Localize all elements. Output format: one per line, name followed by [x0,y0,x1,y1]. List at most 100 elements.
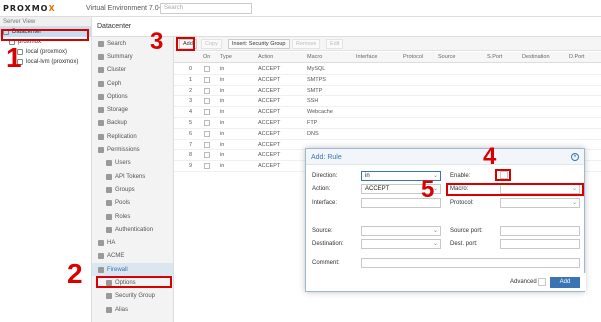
table-cell: ACCEPT [258,152,281,159]
table-cell: in [220,87,225,94]
insert-security-group-button[interactable]: Insert: Security Group [228,39,290,49]
table-cell: ACCEPT [258,87,281,94]
table-row[interactable]: 3 in ACCEPT SSH [174,96,601,108]
nav-label: Search [107,40,127,47]
row-enable-checkbox[interactable] [204,130,210,137]
edit-button[interactable]: Edit [326,39,344,49]
token-icon [106,173,112,180]
chevron-down-icon: ⌄ [432,241,438,247]
nav-item-roles[interactable]: Roles [92,210,173,223]
source-port-field[interactable] [500,226,580,236]
advanced-checkbox[interactable] [538,278,546,286]
nav-item-replication[interactable]: Replication [92,130,173,143]
nav-label: Users [115,160,131,167]
nav-item-pools[interactable]: Pools [92,197,173,210]
dialog-add-button[interactable]: Add [550,277,580,288]
search-input[interactable]: Search [160,3,252,14]
row-enable-checkbox[interactable] [204,76,210,83]
column-header[interactable]: S.Port [487,54,502,60]
nav-item-alias[interactable]: Alias [92,303,173,316]
protocol-select[interactable]: ⌄ [500,198,580,208]
row-enable-checkbox[interactable] [204,98,210,105]
nav-label: Security Group [115,293,156,300]
source-select[interactable]: ⌄ [361,226,441,236]
nav-item-security-group[interactable]: Security Group [92,290,173,303]
remove-button[interactable]: Remove [292,39,321,49]
highlight-enable [495,169,511,181]
table-row[interactable]: 5 in ACCEPT FTP [174,118,601,129]
table-cell: ACCEPT [258,98,281,105]
table-row[interactable]: 0 in ACCEPT MySQL [174,64,601,75]
dest-port-label: Dest. port: [450,241,478,247]
column-header[interactable]: Source [438,54,455,60]
table-cell: in [220,76,225,83]
nav-item-groups[interactable]: Groups [92,183,173,196]
table-row[interactable]: 6 in ACCEPT DNS [174,129,601,140]
column-header[interactable]: On [203,54,210,60]
nav-label: Backup [107,120,128,127]
table-cell: ACCEPT [258,66,281,72]
nav-item-authentication[interactable]: Authentication [92,223,173,236]
copy-button[interactable]: Copy [201,39,222,49]
column-header[interactable]: Destination [522,54,550,60]
table-cell: in [220,141,225,148]
row-enable-checkbox[interactable] [204,163,210,170]
nav-item-ha[interactable]: HA [92,236,173,249]
nav-item-users[interactable]: Users [92,157,173,170]
proxmox-logo: PROXMO X [3,3,56,14]
row-enable-checkbox[interactable] [204,120,210,126]
column-header[interactable]: Protocol [403,54,423,60]
comment-label: Comment: [312,260,340,266]
step-number-1: 1 [6,42,22,73]
column-header[interactable]: Action [258,54,273,60]
table-row[interactable]: 4 in ACCEPT Webcache [174,107,601,118]
nav-item-acme[interactable]: ACME [92,250,173,263]
nav-item-options[interactable]: Options [92,90,173,103]
tree-item-label: local-lvm (proxmox) [26,59,79,65]
row-enable-checkbox[interactable] [204,152,210,159]
server-view-header[interactable]: Server View [0,17,91,27]
table-cell: 3 [189,98,193,105]
acme-icon [98,253,104,260]
close-icon[interactable]: × [571,153,579,161]
table-cell: 4 [189,109,193,116]
table-row[interactable]: 2 in ACCEPT SMTP [174,86,601,97]
advanced-label: Advanced [510,279,537,285]
nav-item-api-tokens[interactable]: API Tokens [92,170,173,183]
chevron-down-icon: ⌄ [432,228,438,234]
shield-icon [106,293,112,300]
table-cell: ACCEPT [258,76,281,83]
nav-label: HA [107,240,116,247]
nav-item-backup[interactable]: Backup [92,117,173,130]
column-header[interactable]: Macro [307,54,322,60]
row-enable-checkbox[interactable] [204,87,210,94]
nav-item-cluster[interactable]: Cluster [92,64,173,77]
nav-item-ceph[interactable]: Ceph [92,77,173,90]
highlight-firewall [96,276,172,288]
nav-item-permissions[interactable]: Permissions [92,143,173,156]
row-enable-checkbox[interactable] [204,109,210,116]
column-header[interactable]: Type [220,54,232,60]
logo-text: PROXMO [3,4,49,13]
destination-select[interactable]: ⌄ [361,239,441,249]
row-enable-checkbox[interactable] [204,141,210,148]
nav-item-storage[interactable]: Storage [92,103,173,116]
table-cell: DNS [307,130,319,137]
nav-label: Pools [115,200,131,207]
nav-label: API Tokens [115,173,146,180]
row-enable-checkbox[interactable] [204,66,210,72]
column-header[interactable]: D.Port [569,54,585,60]
dialog-footer: Advanced Add [306,273,586,291]
dest-port-field[interactable] [500,239,580,249]
column-header[interactable]: Interface [356,54,377,60]
destination-label: Destination: [312,241,344,247]
table-cell: SMTPS [307,76,326,83]
nav-item-firewall[interactable]: Firewall [92,263,173,277]
dialog-title: Add: Rule [311,154,342,161]
action-label: Action: [312,186,331,192]
nav-label: Ceph [107,80,122,87]
table-cell: Webcache [307,109,333,116]
nav-label: Summary [107,53,133,60]
comment-field[interactable] [361,258,580,268]
table-row[interactable]: 1 in ACCEPT SMTPS [174,75,601,86]
